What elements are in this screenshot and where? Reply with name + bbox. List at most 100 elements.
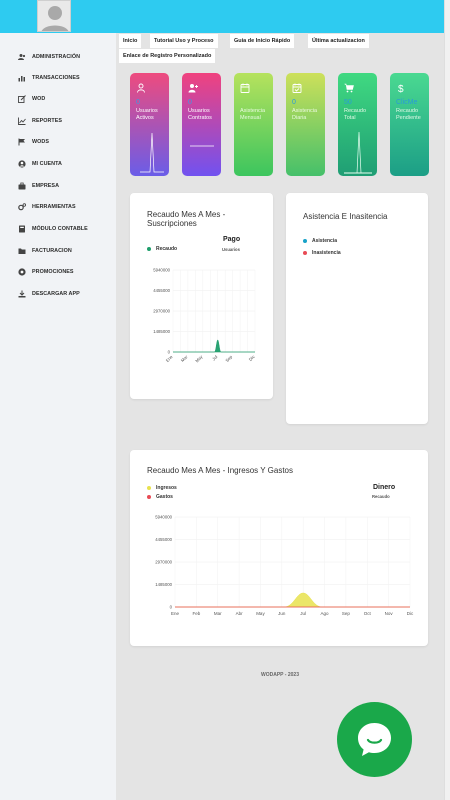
card-title: Usuarios Activos <box>136 108 158 121</box>
sidebar-item-empresa[interactable]: EMPRESA <box>0 176 116 196</box>
card-number: ClicMe <box>396 99 418 106</box>
x-tick-label: Feb <box>192 611 200 616</box>
tab-ultima-actualizacion[interactable]: Última actualizacion <box>308 34 369 48</box>
y-tick-label: 0 <box>170 605 173 610</box>
footer-text: WODAPP - 2023 <box>261 672 299 678</box>
sidebar: ADMINISTRACIÓN TRANSACCIONES WOD REPORTE… <box>0 33 116 800</box>
line-chart-icon <box>18 117 26 125</box>
card-number: 0 <box>136 99 140 106</box>
legend-label: Asistencia <box>312 238 338 244</box>
y-tick-label: 5940000 <box>155 515 172 520</box>
sidebar-item-modulo-contable[interactable]: MÓDULO CONTABLE <box>0 219 116 239</box>
tab-label: Guia de Inicio Rápido <box>234 38 291 44</box>
card-usuarios-contratos[interactable]: 0 Usuarios Contratos <box>182 73 221 176</box>
scrollbar[interactable] <box>444 0 450 800</box>
chat-button[interactable] <box>337 702 412 777</box>
sidebar-item-herramientas[interactable]: HERRAMIENTAS <box>0 197 116 217</box>
x-tick-label: Ago <box>321 611 330 616</box>
sidebar-item-mi-cuenta[interactable]: MI CUENTA <box>0 154 116 174</box>
x-tick-label: May <box>256 611 265 616</box>
x-tick-label: Abr <box>236 611 244 616</box>
legend-dot <box>303 251 307 255</box>
sidebar-item-label: EMPRESA <box>32 183 60 189</box>
y-tick-label: 1485000 <box>155 582 172 587</box>
sidebar-item-label: TRANSACCIONES <box>32 75 80 81</box>
cogs-icon <box>18 203 26 211</box>
sidebar-item-facturacion[interactable]: FACTURACION <box>0 241 116 261</box>
y-tick-label: 5940000 <box>153 268 170 273</box>
legend-label: Ingresos <box>156 485 177 491</box>
x-tick-label: Mar <box>214 611 222 616</box>
series-area-ingresos <box>175 592 410 608</box>
card-usuarios-activos[interactable]: 0 Usuarios Activos <box>130 73 169 176</box>
sidebar-item-descargar-app[interactable]: DESCARGAR APP <box>0 284 116 304</box>
panel-recaudo-suscripciones: Recaudo Mes A Mes - Suscripciones Pago Us… <box>130 193 273 399</box>
card-recaudo-total[interactable]: 50 Recaudo Total <box>338 73 377 176</box>
card-sparkline <box>140 132 164 173</box>
sidebar-item-label: WODS <box>32 139 49 145</box>
x-tick-label: Sep <box>224 354 233 363</box>
sidebar-item-label: REPORTES <box>32 118 63 124</box>
card-sparkline <box>190 145 214 147</box>
x-tick-label: Oct <box>364 611 372 616</box>
gift-icon <box>18 268 26 276</box>
sidebar-item-transacciones[interactable]: TRANSACCIONES <box>0 68 116 88</box>
y-tick-label: 4455000 <box>155 537 172 542</box>
tab-label: Enlace de Registro Personalizado <box>123 53 212 59</box>
tab-enlace-registro[interactable]: Enlace de Registro Personalizado <box>119 49 216 63</box>
calendar-icon <box>240 83 250 93</box>
cart-icon <box>344 83 354 93</box>
user-icon <box>137 83 145 93</box>
tab-tutorial[interactable]: Tutorial Uso y Proceso <box>150 34 218 48</box>
avatar[interactable] <box>37 0 71 32</box>
x-tick-label: May <box>194 354 204 364</box>
legend-dot <box>303 239 307 243</box>
card-title: Asistencia Mensual <box>240 108 266 121</box>
sidebar-item-label: HERRAMIENTAS <box>32 204 76 210</box>
calendar-check-icon <box>292 83 302 93</box>
y-tick-label: 2970000 <box>153 309 170 314</box>
sidebar-item-promociones[interactable]: PROMOCIONES <box>0 262 116 282</box>
suscripciones-chart: 5940000 4455000 2970000 1485000 0Ene Mar May Ju… <box>153 268 257 364</box>
panel-big-word: Dinero <box>373 484 396 491</box>
y-tick-label: 2970000 <box>155 560 172 565</box>
card-recaudo-pendiente[interactable]: $ ClicMe Recaudo Pendiente <box>390 73 429 176</box>
sidebar-item-label: ADMINISTRACIÓN <box>32 54 81 60</box>
tab-guia-inicio[interactable]: Guia de Inicio Rápido <box>230 34 295 48</box>
sidebar-item-wod[interactable]: WOD <box>0 89 116 109</box>
legend-gastos[interactable]: Gastos <box>147 494 173 500</box>
tab-label: Tutorial Uso y Proceso <box>154 38 214 44</box>
x-tick-label: Jul <box>211 354 218 361</box>
ingresos-gastos-chart: 5940000 4455000 2970000 1485000 0Ene Feb Mar Ab… <box>155 515 414 617</box>
panel-small-word: Usuarios <box>222 247 240 252</box>
sidebar-item-label: PROMOCIONES <box>32 269 74 275</box>
sidebar-item-label: WOD <box>32 96 46 102</box>
legend-dot <box>147 486 151 490</box>
tab-inicio[interactable]: Inicio <box>119 34 142 48</box>
user-plus-icon <box>188 84 198 93</box>
legend-recaudo[interactable]: Recaudo <box>147 246 177 252</box>
x-tick-label: Sep <box>342 611 351 616</box>
legend-label: Inasistencia <box>312 250 341 256</box>
card-title: Usuarios Contratos <box>188 108 212 121</box>
x-tick-label: Ene <box>165 354 174 363</box>
card-asistencia-mensual[interactable]: Asistencia Mensual <box>234 73 273 176</box>
flag-icon <box>18 138 26 146</box>
x-tick-label: Dic <box>248 354 257 363</box>
legend-inasistencia[interactable]: Inasistencia <box>303 250 341 256</box>
legend-label: Gastos <box>156 494 173 500</box>
chat-bubble-icon <box>358 723 391 756</box>
download-icon <box>18 290 26 298</box>
x-tick-label: Mar <box>180 354 189 363</box>
y-tick-label: 0 <box>168 350 171 355</box>
card-asistencia-diaria[interactable]: 0 Asistencia Diaria <box>286 73 325 176</box>
sidebar-item-wods[interactable]: WODS <box>0 132 116 152</box>
user-silhouette-icon <box>41 6 69 31</box>
sidebar-item-reportes[interactable]: REPORTES <box>0 111 116 131</box>
legend-asistencia[interactable]: Asistencia <box>303 238 337 244</box>
briefcase-icon <box>18 182 26 190</box>
panel-title: Asistencia E Inasitencia <box>303 212 388 221</box>
legend-ingresos[interactable]: Ingresos <box>147 485 177 491</box>
folder-icon <box>18 247 26 255</box>
sidebar-item-administracion[interactable]: ADMINISTRACIÓN <box>0 47 116 67</box>
